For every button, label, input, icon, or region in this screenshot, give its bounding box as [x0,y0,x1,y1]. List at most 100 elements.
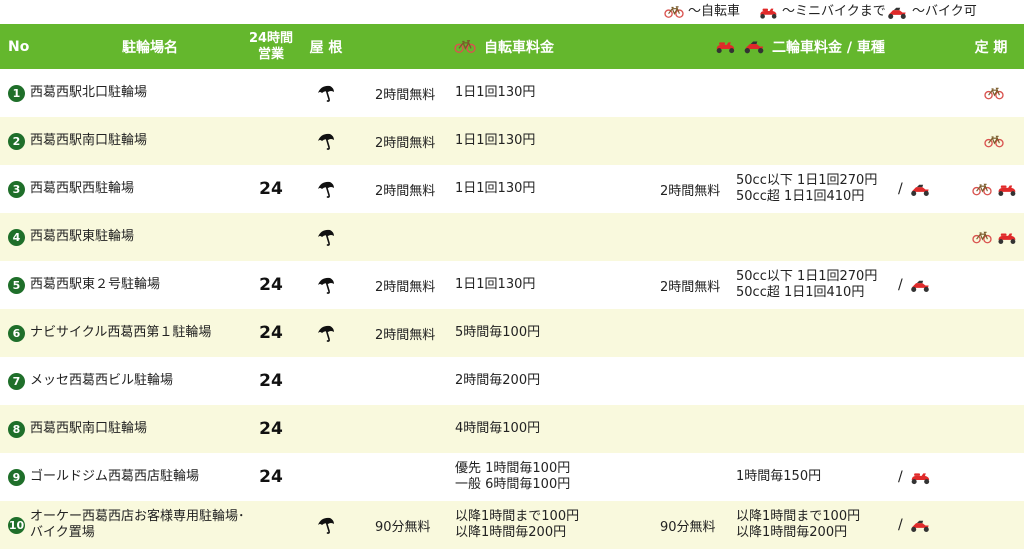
bicycle-fee: 1日1回130円 [455,117,535,165]
minibike-icon [714,39,736,54]
header-no: No [8,38,30,55]
umbrella-icon [316,131,336,151]
bicycle-fee: 1日1回130円 [455,69,535,117]
header-name: 駐輪場名 [122,39,178,56]
minibike-icon [996,182,1017,197]
motorcycle-fee: 以降1時間まで100円 以降1時間毎200円 [736,501,860,549]
roof-cell [300,213,352,261]
roof-cell [300,309,352,357]
table-row: 9 ゴールドジム西葛西店駐輪場 24 優先 1時間毎100円 一般 6時間毎10… [0,453,1024,501]
parking-name: ナビサイクル西葛西第１駐輪場 [30,325,212,340]
row-number-badge: 8 [8,420,25,438]
table-row: 7 メッセ西葛西ビル駐輪場 24 2時間毎200円 [0,357,1024,405]
table-row: 1 西葛西駅北口駐輪場 2時間無料 1日1回130円 [0,69,1024,117]
pass-cell [965,453,1023,501]
parking-name: 西葛西駅東２号駐輪場 [30,277,161,292]
pass-cell [965,261,1023,309]
row-number-badge: 4 [8,228,25,246]
bicycle-fee: 2時間毎200円 [455,357,540,405]
bicycle-icon [972,230,992,245]
motorcycle-fee-line1: 50cc以下 1日1回270円 [736,173,878,188]
roof-cell [300,69,352,117]
open-24h-mark: 24 [259,371,283,391]
bicycle-fee-line1: 1日1回130円 [455,85,536,100]
motorbike-icon [909,518,931,533]
open-24h-cell: 24 [236,309,306,357]
roof-cell [300,405,352,453]
header-pass: 定 期 [974,39,1008,56]
open-24h-cell: 24 [236,405,306,453]
bicycle-fee-line1: 優先 1時間毎100円 [455,461,571,476]
motorcycle-free-time: 90分無料 [660,519,716,535]
bicycle-free-time: 2時間無料 [375,183,436,199]
vehicle-type-slash: / [898,181,903,197]
open-24h-cell: 24 [236,165,306,213]
umbrella-icon [316,179,336,199]
parking-name: 西葛西駅北口駐輪場 [30,85,148,100]
open-24h-mark: 24 [259,419,283,439]
bicycle-fee: 4時間毎100円 [455,405,540,453]
open-24h-cell [236,117,306,165]
vehicle-type-cell: / [898,453,931,501]
umbrella-icon [316,515,336,535]
legend-bike: ～バイク可 [886,1,977,23]
motorcycle-fee-line2: 50cc超 1日1回410円 [736,189,865,204]
parking-name: メッセ西葛西ビル駐輪場 [30,373,174,388]
motorcycle-fee-line1: 以降1時間まで100円 [736,509,861,524]
row-number-badge: 5 [8,276,25,294]
bicycle-icon [972,182,992,197]
pass-cell [965,405,1023,453]
header-motorcycle-fee-label: 二輪車料金 / 車種 [772,39,885,56]
table-body: 1 西葛西駅北口駐輪場 2時間無料 1日1回130円 2 西葛西駅南口駐輪場 2… [0,69,1024,549]
bicycle-free-time: 2時間無料 [375,135,436,151]
open-24h-cell: 24 [236,261,306,309]
pass-cell [965,309,1023,357]
open-24h-cell [236,501,306,549]
row-number-badge: 2 [8,132,25,150]
umbrella-icon [316,83,336,103]
bicycle-fee-line1: 2時間毎200円 [455,373,541,388]
motorcycle-fee: 50cc以下 1日1回270円 50cc超 1日1回410円 [736,165,877,213]
open-24h-cell [236,69,306,117]
motorcycle-fee-line1: 1時間毎150円 [736,469,822,484]
minibike-icon [758,5,778,20]
open-24h-mark: 24 [259,275,283,295]
header-24h-line2: 営業 [257,46,284,62]
bicycle-free-time: 90分無料 [375,519,431,535]
header-24h-line1: 24時間 [248,30,294,46]
pass-cell [965,357,1023,405]
roof-cell [300,357,352,405]
bicycle-fee-line2: 以降1時間毎200円 [455,525,567,540]
table-row: 4 西葛西駅東駐輪場 [0,213,1024,261]
motorbike-icon [886,5,908,20]
roof-cell [300,261,352,309]
umbrella-icon [316,323,336,343]
legend-minibike: ～ミニバイクまで [758,1,886,23]
bicycle-icon [984,134,1004,149]
bicycle-icon [664,5,684,19]
roof-cell [300,165,352,213]
row-number-badge: 9 [8,468,25,486]
row-number-badge: 3 [8,180,25,198]
motorcycle-fee: 50cc以下 1日1回270円 50cc超 1日1回410円 [736,261,877,309]
umbrella-icon [316,227,336,247]
minibike-icon [909,470,931,485]
bicycle-free-time: 2時間無料 [375,279,436,295]
bicycle-fee-line1: 4時間毎100円 [455,421,541,436]
header-motorcycle-fee: 二輪車料金 / 車種 [714,24,885,69]
open-24h-mark: 24 [259,467,283,487]
bicycle-fee-line1: 1日1回130円 [455,181,536,196]
motorbike-icon [909,278,931,293]
vehicle-type-slash: / [898,469,903,485]
motorcycle-fee-line1: 50cc以下 1日1回270円 [736,269,878,284]
parking-name: ゴールドジム西葛西店駐輪場 [30,469,200,484]
bicycle-fee-line1: 5時間毎100円 [455,325,541,340]
parking-name: オーケー西葛西店お客様専用駐輪場･バイク置場 [30,509,245,540]
parking-name: 西葛西駅西駐輪場 [30,181,135,196]
row-number-badge: 6 [8,324,25,342]
bicycle-fee-line1: 1日1回130円 [455,277,536,292]
parking-name: 西葛西駅東駐輪場 [30,229,135,244]
bicycle-fee: 優先 1時間毎100円 一般 6時間毎100円 [455,453,570,501]
roof-cell [300,117,352,165]
table-row: 2 西葛西駅南口駐輪場 2時間無料 1日1回130円 [0,117,1024,165]
